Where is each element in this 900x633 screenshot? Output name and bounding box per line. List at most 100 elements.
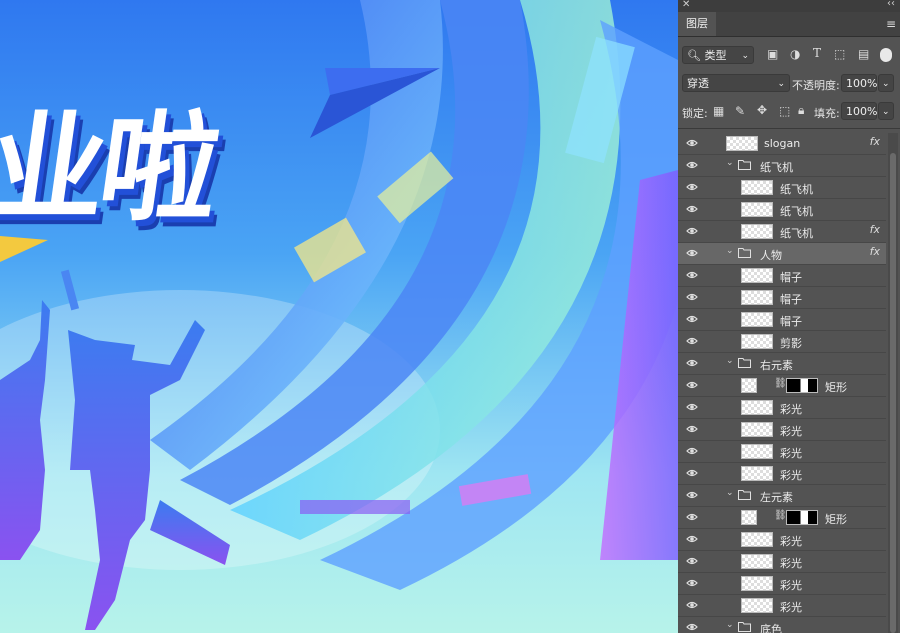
layer-name: 彩光 bbox=[780, 579, 802, 592]
layer-thumbnail bbox=[741, 312, 773, 327]
visibility-eye-icon[interactable] bbox=[686, 292, 698, 302]
layer-name: 矩形 bbox=[825, 381, 847, 394]
image-filter-icon[interactable]: ▣ bbox=[767, 47, 778, 61]
layer-row[interactable]: 彩光 bbox=[678, 529, 886, 551]
layer-group-row[interactable]: ⌄ 左元素 bbox=[678, 485, 886, 507]
opacity-field[interactable]: 100% bbox=[841, 74, 877, 92]
expand-chevron-icon[interactable]: ⌄ bbox=[726, 356, 734, 366]
layer-row[interactable]: 彩光 bbox=[678, 441, 886, 463]
search-icon: 🔍︎ bbox=[687, 49, 701, 62]
expand-chevron-icon[interactable]: ⌄ bbox=[726, 158, 734, 168]
layer-thumbnail bbox=[741, 290, 773, 305]
lock-artboard-icon[interactable]: ⬚ bbox=[779, 104, 790, 118]
visibility-eye-icon[interactable] bbox=[686, 534, 698, 544]
layer-thumbnail bbox=[741, 466, 773, 481]
fill-dropdown[interactable]: ⌄ bbox=[878, 102, 894, 120]
layer-thumbnail bbox=[741, 422, 773, 437]
visibility-eye-icon[interactable] bbox=[686, 380, 698, 390]
type-filter-icon[interactable]: T bbox=[813, 46, 821, 60]
tab-layers[interactable]: 图层 bbox=[678, 12, 716, 36]
visibility-eye-icon[interactable] bbox=[686, 446, 698, 456]
smart-object-filter-icon[interactable]: ▤ bbox=[858, 47, 869, 61]
layer-effects-icon[interactable]: fx bbox=[870, 223, 880, 236]
visibility-eye-icon[interactable] bbox=[686, 336, 698, 346]
layer-row[interactable]: 彩光 bbox=[678, 397, 886, 419]
scrollbar-thumb[interactable] bbox=[890, 153, 896, 633]
fill-field[interactable]: 100% bbox=[841, 102, 877, 120]
layer-row[interactable]: ⛓ 矩形 bbox=[678, 375, 886, 397]
visibility-eye-icon[interactable] bbox=[686, 468, 698, 478]
layer-thumbnail bbox=[741, 576, 773, 591]
layer-group-row[interactable]: ⌄ 底色 bbox=[678, 617, 886, 633]
layer-thumbnail bbox=[741, 224, 773, 239]
layer-thumbnail bbox=[741, 532, 773, 547]
layer-row[interactable]: 帽子 bbox=[678, 287, 886, 309]
visibility-eye-icon[interactable] bbox=[686, 160, 698, 170]
blend-row: 穿透 ⌄ 不透明度: 100% ⌄ bbox=[678, 74, 900, 96]
visibility-eye-icon[interactable] bbox=[686, 578, 698, 588]
shape-filter-icon[interactable]: ⬚ bbox=[834, 47, 845, 61]
folder-icon bbox=[738, 489, 751, 500]
layer-row[interactable]: 彩光 bbox=[678, 595, 886, 617]
visibility-eye-icon[interactable] bbox=[686, 490, 698, 500]
layer-mask-thumbnail[interactable] bbox=[786, 510, 818, 525]
filter-toggle[interactable] bbox=[880, 48, 892, 62]
layer-scrollbar[interactable] bbox=[888, 133, 898, 633]
layer-row[interactable]: ⛓ 矩形 bbox=[678, 507, 886, 529]
layer-name: 彩光 bbox=[780, 535, 802, 548]
lock-transparent-icon[interactable]: ▦ bbox=[713, 104, 724, 118]
visibility-eye-icon[interactable] bbox=[686, 248, 698, 258]
close-icon[interactable]: ✕ bbox=[682, 0, 690, 10]
visibility-eye-icon[interactable] bbox=[686, 424, 698, 434]
layer-effects-icon[interactable]: fx bbox=[870, 245, 880, 258]
layer-row[interactable]: 纸飞机 bbox=[678, 177, 886, 199]
layer-group-row[interactable]: ⌄ 右元素 bbox=[678, 353, 886, 375]
filter-kind-select[interactable]: 🔍︎ 类型 ⌄ bbox=[682, 46, 754, 64]
expand-chevron-icon[interactable]: ⌄ bbox=[726, 620, 734, 630]
layer-effects-icon[interactable]: fx bbox=[870, 135, 880, 148]
layer-group-row[interactable]: ⌄ 人物 fx bbox=[678, 243, 886, 265]
panel-menu-icon[interactable]: ≡ bbox=[886, 17, 896, 31]
chevron-down-icon: ⌄ bbox=[741, 51, 749, 61]
layer-row[interactable]: slogan fx bbox=[678, 133, 886, 155]
filter-kind-label: 类型 bbox=[704, 49, 727, 62]
layer-row[interactable]: 彩光 bbox=[678, 551, 886, 573]
layer-row[interactable]: 彩光 bbox=[678, 573, 886, 595]
lock-position-icon[interactable]: ✥ bbox=[757, 103, 767, 117]
visibility-eye-icon[interactable] bbox=[686, 512, 698, 522]
layer-row[interactable]: 帽子 bbox=[678, 265, 886, 287]
layer-row[interactable]: 彩光 bbox=[678, 419, 886, 441]
visibility-eye-icon[interactable] bbox=[686, 358, 698, 368]
visibility-eye-icon[interactable] bbox=[686, 182, 698, 192]
layer-row[interactable]: 剪影 bbox=[678, 331, 886, 353]
layer-thumbnail bbox=[741, 510, 757, 525]
visibility-eye-icon[interactable] bbox=[686, 622, 698, 632]
layer-row[interactable]: 帽子 bbox=[678, 309, 886, 331]
document-canvas[interactable]: 业啦 bbox=[0, 0, 678, 633]
layer-group-row[interactable]: ⌄ 纸飞机 bbox=[678, 155, 886, 177]
layer-name: 人物 bbox=[760, 249, 782, 262]
lock-all-icon[interactable]: 🔒︎ bbox=[798, 103, 804, 118]
visibility-eye-icon[interactable] bbox=[686, 204, 698, 214]
collapse-icon[interactable]: ‹‹ bbox=[887, 0, 895, 9]
visibility-eye-icon[interactable] bbox=[686, 226, 698, 236]
expand-chevron-icon[interactable]: ⌄ bbox=[726, 488, 734, 498]
visibility-eye-icon[interactable] bbox=[686, 314, 698, 324]
opacity-dropdown[interactable]: ⌄ bbox=[878, 74, 894, 92]
visibility-eye-icon[interactable] bbox=[686, 270, 698, 280]
layer-row[interactable]: 纸飞机 bbox=[678, 199, 886, 221]
mask-link-icon[interactable]: ⛓ bbox=[774, 510, 787, 521]
layer-mask-thumbnail[interactable] bbox=[786, 378, 818, 393]
layer-name: 纸飞机 bbox=[780, 227, 813, 240]
visibility-eye-icon[interactable] bbox=[686, 402, 698, 412]
blend-mode-select[interactable]: 穿透 ⌄ bbox=[682, 74, 790, 92]
visibility-eye-icon[interactable] bbox=[686, 600, 698, 610]
layer-row[interactable]: 纸飞机 fx bbox=[678, 221, 886, 243]
lock-paint-icon[interactable]: ✎ bbox=[735, 104, 745, 118]
visibility-eye-icon[interactable] bbox=[686, 138, 698, 148]
adjustment-filter-icon[interactable]: ◑ bbox=[790, 47, 800, 61]
mask-link-icon[interactable]: ⛓ bbox=[774, 378, 787, 389]
expand-chevron-icon[interactable]: ⌄ bbox=[726, 246, 734, 256]
visibility-eye-icon[interactable] bbox=[686, 556, 698, 566]
layer-row[interactable]: 彩光 bbox=[678, 463, 886, 485]
